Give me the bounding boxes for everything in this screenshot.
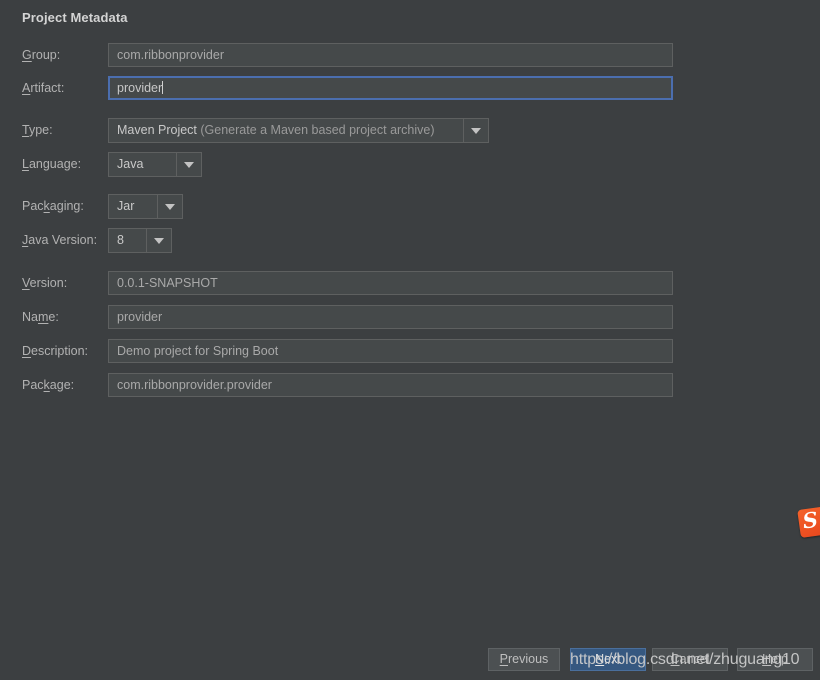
name-value: provider bbox=[117, 310, 163, 324]
type-value-main: Maven Project bbox=[117, 123, 197, 137]
help-button[interactable]: Help bbox=[737, 648, 813, 671]
chevron-down-icon bbox=[165, 203, 175, 210]
language-selected-value: Java bbox=[109, 153, 176, 176]
group-value: com.ribbonprovider bbox=[117, 48, 224, 62]
name-input[interactable]: provider bbox=[108, 305, 673, 329]
type-value-hint: (Generate a Maven based project archive) bbox=[196, 123, 435, 137]
label-artifact: Artifact: bbox=[22, 81, 65, 95]
java-version-selected-value: 8 bbox=[109, 229, 146, 252]
language-value-main: Java bbox=[117, 157, 144, 171]
type-selected-value: Maven Project (Generate a Maven based pr… bbox=[109, 119, 463, 142]
cancel-button[interactable]: Cancel bbox=[652, 648, 728, 671]
label-type: Type: bbox=[22, 123, 53, 137]
chevron-down-icon bbox=[184, 161, 194, 168]
project-metadata-dialog: Project Metadata Group: com.ribbonprovide… bbox=[0, 0, 820, 680]
label-group: Group: bbox=[22, 48, 61, 62]
type-dropdown[interactable]: Maven Project (Generate a Maven based pr… bbox=[108, 118, 489, 143]
packaging-dropdown-arrow-button[interactable] bbox=[157, 195, 182, 218]
java-version-dropdown[interactable]: 8 bbox=[108, 228, 172, 253]
label-package: Package: bbox=[22, 378, 75, 392]
label-description: Description: bbox=[22, 344, 89, 358]
packaging-dropdown[interactable]: Jar bbox=[108, 194, 183, 219]
page-title: Project Metadata bbox=[22, 10, 128, 25]
package-input[interactable]: com.ribbonprovider.provider bbox=[108, 373, 673, 397]
chevron-down-icon bbox=[471, 127, 481, 134]
java-version-dropdown-arrow-button[interactable] bbox=[146, 229, 171, 252]
sogou-logo-letter: S bbox=[801, 506, 820, 534]
label-version: Version: bbox=[22, 276, 68, 290]
group-input[interactable]: com.ribbonprovider bbox=[108, 43, 673, 67]
text-caret bbox=[162, 81, 164, 94]
sogou-ime-logo: S bbox=[797, 506, 820, 538]
packaging-selected-value: Jar bbox=[109, 195, 157, 218]
description-value: Demo project for Spring Boot bbox=[117, 344, 279, 358]
label-language: Language: bbox=[22, 157, 82, 171]
previous-button[interactable]: Previous bbox=[488, 648, 560, 671]
chevron-down-icon bbox=[154, 237, 164, 244]
label-java-version: Java Version: bbox=[22, 233, 98, 247]
java-version-value-main: 8 bbox=[117, 233, 124, 247]
label-packaging: Packaging: bbox=[22, 199, 84, 213]
packaging-value-main: Jar bbox=[117, 199, 135, 213]
artifact-value: provider bbox=[117, 81, 163, 95]
next-button[interactable]: Next bbox=[570, 648, 646, 671]
language-dropdown-arrow-button[interactable] bbox=[176, 153, 201, 176]
type-dropdown-arrow-button[interactable] bbox=[463, 119, 488, 142]
version-input[interactable]: 0.0.1-SNAPSHOT bbox=[108, 271, 673, 295]
language-dropdown[interactable]: Java bbox=[108, 152, 202, 177]
label-name: Name: bbox=[22, 310, 59, 324]
package-value: com.ribbonprovider.provider bbox=[117, 378, 272, 392]
version-value: 0.0.1-SNAPSHOT bbox=[117, 276, 218, 290]
artifact-input[interactable]: provider bbox=[108, 76, 673, 100]
description-input[interactable]: Demo project for Spring Boot bbox=[108, 339, 673, 363]
